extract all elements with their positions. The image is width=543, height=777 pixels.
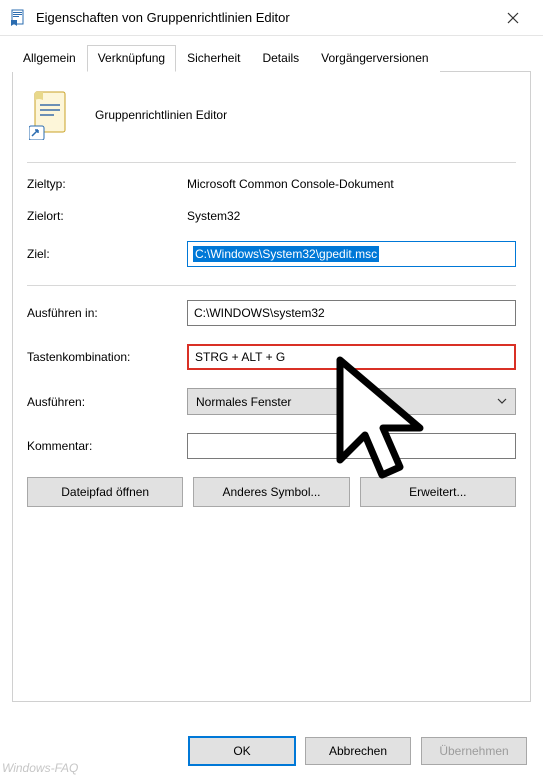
row-target: Ziel: C:\Windows\System32\gpedit.msc [27,241,516,267]
label-comment: Kommentar: [27,439,187,453]
property-button-row: Dateipfad öffnen Anderes Symbol... Erwei… [27,477,516,507]
label-run: Ausführen: [27,395,187,409]
dialog-button-row: OK Abbrechen Übernehmen [189,737,527,765]
shortcut-panel: Gruppenrichtlinien Editor Zieltyp: Micro… [12,72,531,702]
shortcut-large-icon [29,90,73,140]
row-start-in: Ausführen in: [27,300,516,326]
run-select-value: Normales Fenster [196,395,291,409]
cancel-button[interactable]: Abbrechen [305,737,411,765]
tab-shortcut[interactable]: Verknüpfung [87,45,176,72]
row-target-location: Zielort: System32 [27,209,516,223]
watermark: Windows-FAQ [2,761,78,775]
app-name: Gruppenrichtlinien Editor [95,108,227,122]
apply-button[interactable]: Übernehmen [421,737,527,765]
start-in-input[interactable] [187,300,516,326]
label-target-type: Zieltyp: [27,177,187,191]
shortcut-key-input[interactable] [187,344,516,370]
label-shortcut-key: Tastenkombination: [27,350,187,364]
open-file-location-button[interactable]: Dateipfad öffnen [27,477,183,507]
label-target-location: Zielort: [27,209,187,223]
close-button[interactable] [493,3,533,33]
titlebar: Eigenschaften von Gruppenrichtlinien Edi… [0,0,543,36]
tab-previous-versions[interactable]: Vorgängerversionen [310,45,439,72]
header-row: Gruppenrichtlinien Editor [27,90,516,140]
row-target-type: Zieltyp: Microsoft Common Console-Dokume… [27,177,516,191]
row-comment: Kommentar: [27,433,516,459]
tab-details[interactable]: Details [251,45,310,72]
tab-general[interactable]: Allgemein [12,45,87,72]
change-icon-button[interactable]: Anderes Symbol... [193,477,349,507]
separator [27,285,516,286]
row-run: Ausführen: Normales Fenster [27,388,516,415]
value-target-location: System32 [187,209,516,223]
target-input-text: C:\Windows\System32\gpedit.msc [193,246,379,262]
content-area: Allgemein Verknüpfung Sicherheit Details… [0,36,543,702]
tab-strip: Allgemein Verknüpfung Sicherheit Details… [12,44,531,72]
ok-button[interactable]: OK [189,737,295,765]
label-start-in: Ausführen in: [27,306,187,320]
comment-input[interactable] [187,433,516,459]
value-target-type: Microsoft Common Console-Dokument [187,177,516,191]
advanced-button[interactable]: Erweitert... [360,477,516,507]
close-icon [507,12,519,24]
label-target: Ziel: [27,247,187,261]
app-icon [10,9,28,27]
target-input[interactable]: C:\Windows\System32\gpedit.msc [187,241,516,267]
chevron-down-icon [497,396,507,407]
tab-security[interactable]: Sicherheit [176,45,251,72]
separator [27,162,516,163]
window-title: Eigenschaften von Gruppenrichtlinien Edi… [36,10,493,25]
run-select[interactable]: Normales Fenster [187,388,516,415]
row-shortcut-key: Tastenkombination: [27,344,516,370]
